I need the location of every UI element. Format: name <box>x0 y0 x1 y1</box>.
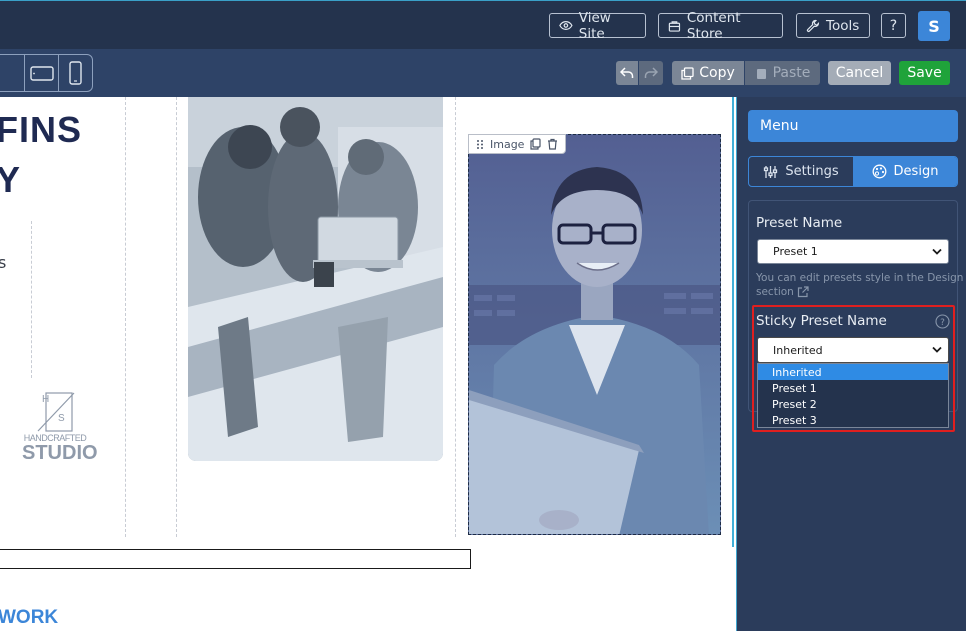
column-guide <box>31 221 32 378</box>
content-store-label: Content Store <box>686 9 741 42</box>
preset-name-value: Preset 1 <box>773 245 818 258</box>
save-button[interactable]: Save <box>899 61 950 85</box>
editor-toolbar: Copy Paste Cancel Save <box>0 49 966 97</box>
hero-text-fragment: s <box>0 253 7 272</box>
trash-icon[interactable] <box>547 138 558 150</box>
top-bar: View Site Content Store Tools ? S <box>0 0 966 49</box>
undo-button[interactable] <box>616 61 638 85</box>
man-with-laptop-photo[interactable] <box>468 134 721 535</box>
undo-icon <box>620 67 634 78</box>
preset-hint-link-text: section <box>756 286 794 298</box>
avatar-initial: S <box>928 16 940 36</box>
mobile-icon <box>69 61 82 85</box>
cancel-button[interactable]: Cancel <box>828 61 891 85</box>
tablet-landscape-icon <box>29 65 54 81</box>
selection-border <box>732 97 734 547</box>
section-heading: WORK <box>0 607 59 628</box>
paste-icon <box>756 68 766 79</box>
sidebar-title: Menu <box>748 110 958 142</box>
copy-icon <box>681 66 694 80</box>
preset-hint-line2: section <box>756 285 809 299</box>
preset-name-select[interactable]: Preset 1 <box>757 239 949 264</box>
palette-icon <box>872 164 886 179</box>
handcrafted-studio-logo: H S HANDCRAFTED STUDIO <box>22 392 98 464</box>
hero-heading-line2: Y <box>0 159 22 200</box>
duplicate-icon[interactable] <box>530 138 542 150</box>
team-meeting-photo[interactable] <box>188 97 443 461</box>
sidebar-tabs: Settings Design <box>748 156 958 187</box>
tab-design-label: Design <box>893 164 939 179</box>
copy-button[interactable]: Copy <box>672 61 744 85</box>
sidebar-title-label: Menu <box>760 118 799 134</box>
column-guide <box>176 97 177 537</box>
device-mobile-button[interactable] <box>59 55 92 91</box>
cancel-label: Cancel <box>835 65 884 81</box>
drag-handle-icon[interactable] <box>476 139 484 150</box>
external-link-icon[interactable] <box>797 286 809 298</box>
content-store-button[interactable]: Content Store <box>658 10 783 42</box>
wrench-icon <box>806 19 820 32</box>
redo-icon <box>644 67 658 78</box>
device-tablet-button[interactable] <box>25 55 59 91</box>
tab-settings[interactable]: Settings <box>749 157 853 186</box>
view-site-button[interactable]: View Site <box>549 10 646 42</box>
image-block-toolbar: Image <box>468 134 567 154</box>
column-guide <box>125 97 126 537</box>
tab-settings-label: Settings <box>785 164 839 179</box>
page-canvas[interactable]: FINS Y s H S HANDCRAFTED STUDIO Image WO… <box>0 97 736 631</box>
preset-name-label: Preset Name <box>756 215 843 231</box>
eye-icon <box>559 21 573 30</box>
chevron-down-icon <box>932 248 942 255</box>
text-input-block[interactable] <box>0 549 471 569</box>
image-tag-label: Image <box>490 137 525 151</box>
copy-label: Copy <box>699 65 735 81</box>
column-guide <box>455 97 456 537</box>
hero-heading-line1: FINS <box>0 109 83 150</box>
user-avatar[interactable]: S <box>918 11 950 41</box>
paste-label: Paste <box>772 65 811 81</box>
tools-label: Tools <box>826 17 860 34</box>
store-icon <box>668 20 681 32</box>
highlight-box <box>752 305 955 432</box>
device-desktop-button[interactable] <box>0 55 25 91</box>
save-label: Save <box>907 65 942 81</box>
preset-hint-line1: You can edit presets style in the Design <box>756 272 964 284</box>
paste-button[interactable]: Paste <box>745 61 820 85</box>
sliders-icon <box>764 165 778 178</box>
view-site-label: View Site <box>578 9 611 42</box>
device-switcher <box>0 54 93 92</box>
tab-design[interactable]: Design <box>853 157 957 186</box>
help-button[interactable]: ? <box>881 13 906 38</box>
tools-button[interactable]: Tools <box>796 13 870 38</box>
redo-button[interactable] <box>639 61 663 85</box>
help-label: ? <box>889 17 898 34</box>
